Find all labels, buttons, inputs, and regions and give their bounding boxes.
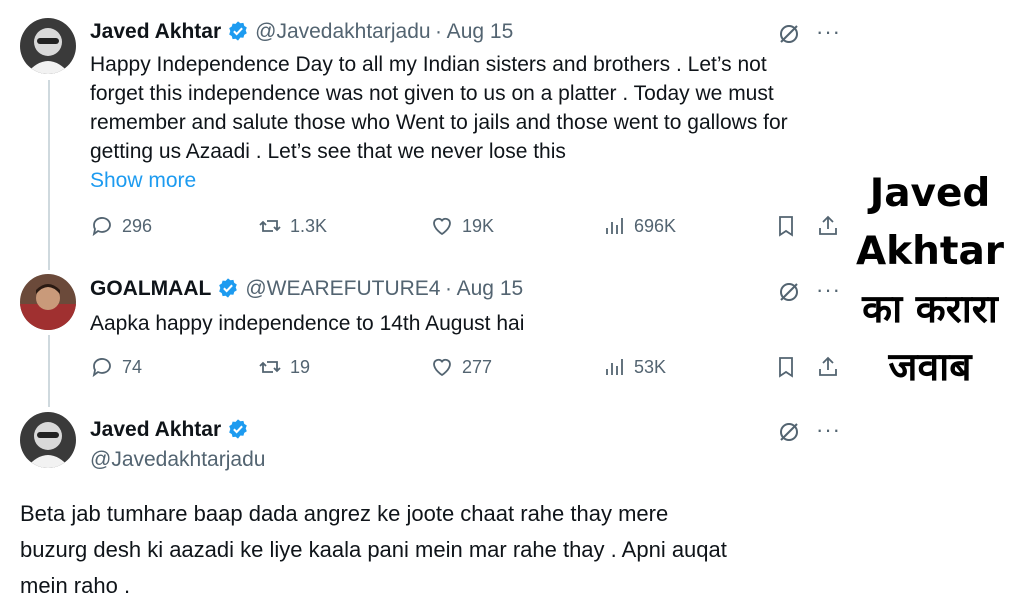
caption-line: Javed (869, 171, 991, 216)
reply-button[interactable]: 74 (90, 355, 142, 379)
reply-icon (92, 217, 111, 237)
like-count: 19K (462, 215, 495, 236)
text-line: buzurg desh ki aazadi ke liye kaala pani… (20, 537, 727, 562)
retweet-button[interactable]: 19 (258, 355, 310, 379)
avatar[interactable] (20, 412, 76, 468)
like-count: 277 (462, 356, 493, 377)
grok-icon[interactable] (777, 22, 801, 51)
author-name[interactable]: Javed Akhtar (90, 20, 221, 43)
author-handle[interactable]: @WEAREFUTURE4 (245, 277, 440, 300)
text-line: Beta jab tumhare baap dada angrez ke joo… (20, 501, 669, 526)
views-icon (606, 359, 623, 375)
grok-icon[interactable] (777, 280, 801, 309)
avatar[interactable] (20, 18, 76, 74)
author-name[interactable]: Javed Akhtar (90, 418, 221, 441)
verified-badge-icon (227, 20, 249, 42)
views-count: 696K (634, 215, 677, 236)
more-icon[interactable]: ··· (816, 279, 841, 301)
share-button[interactable] (816, 355, 840, 379)
avatar[interactable] (20, 274, 76, 330)
caption-line: जवाब (888, 345, 972, 390)
tweet-text: Happy Independence Day to all my Indian … (90, 50, 850, 195)
tweet-date[interactable]: · Aug 15 (435, 20, 513, 43)
retweet-count: 19 (290, 356, 311, 377)
share-button[interactable] (816, 214, 840, 238)
caption: Javed Akhtar का करारा जवाब (845, 165, 1015, 397)
reply-button[interactable]: 296 (90, 214, 152, 238)
reply-count: 296 (122, 215, 153, 236)
views-count: 53K (634, 356, 667, 377)
bookmark-button[interactable] (774, 214, 798, 238)
verified-badge-icon (217, 277, 239, 299)
thread-line (48, 80, 50, 270)
views-button[interactable]: 696K (602, 214, 676, 238)
retweet-count: 1.3K (290, 215, 328, 236)
retweet-button[interactable]: 1.3K (258, 214, 327, 238)
author-handle[interactable]: @Javedakhtarjadu (255, 20, 430, 43)
tweet-header: GOALMAAL @WEAREFUTURE4 · Aug 15 (90, 277, 523, 301)
bookmark-icon (779, 357, 793, 378)
tweet-text: Beta jab tumhare baap dada angrez ke joo… (20, 496, 860, 604)
reply-icon (92, 358, 111, 378)
text-line: getting us Azaadi . Let’s see that we ne… (90, 140, 566, 163)
text-line: forget this independence was not given t… (90, 82, 774, 105)
thread-line (48, 335, 50, 407)
tweet-actions: 74 19 277 53K (90, 355, 850, 385)
caption-line: का करारा (862, 287, 998, 332)
more-icon[interactable]: ··· (816, 419, 841, 441)
more-icon[interactable]: ··· (816, 21, 841, 43)
grok-icon[interactable] (777, 420, 801, 449)
retweet-icon (259, 220, 281, 232)
share-icon (819, 215, 837, 235)
tweet-header: Javed Akhtar @Javedakhtarjadu · Aug 15 (90, 20, 513, 44)
author-name[interactable]: GOALMAAL (90, 277, 211, 300)
caption-line: Akhtar (855, 229, 1005, 274)
tweet-header: Javed Akhtar (90, 418, 255, 442)
bookmark-button[interactable] (774, 355, 798, 379)
text-line: Happy Independence Day to all my Indian … (90, 53, 767, 76)
show-more-link[interactable]: Show more (90, 166, 850, 195)
author-handle[interactable]: @Javedakhtarjadu (90, 448, 265, 472)
like-button[interactable]: 19K (430, 214, 494, 238)
views-icon (606, 218, 623, 234)
tweet-actions: 296 1.3K 19K 696K (90, 214, 850, 244)
bookmark-icon (779, 216, 793, 237)
share-icon (819, 356, 837, 376)
text-line: remember and salute those who Went to ja… (90, 111, 788, 134)
verified-badge-icon (227, 418, 249, 440)
tweet-text: Aapka happy independence to 14th August … (90, 312, 525, 335)
like-icon (433, 217, 451, 236)
reply-count: 74 (122, 356, 143, 377)
text-line: mein raho . (20, 573, 131, 598)
like-icon (433, 358, 451, 377)
retweet-icon (259, 361, 281, 373)
tweet-date[interactable]: · Aug 15 (445, 277, 523, 300)
views-button[interactable]: 53K (602, 355, 666, 379)
like-button[interactable]: 277 (430, 355, 492, 379)
